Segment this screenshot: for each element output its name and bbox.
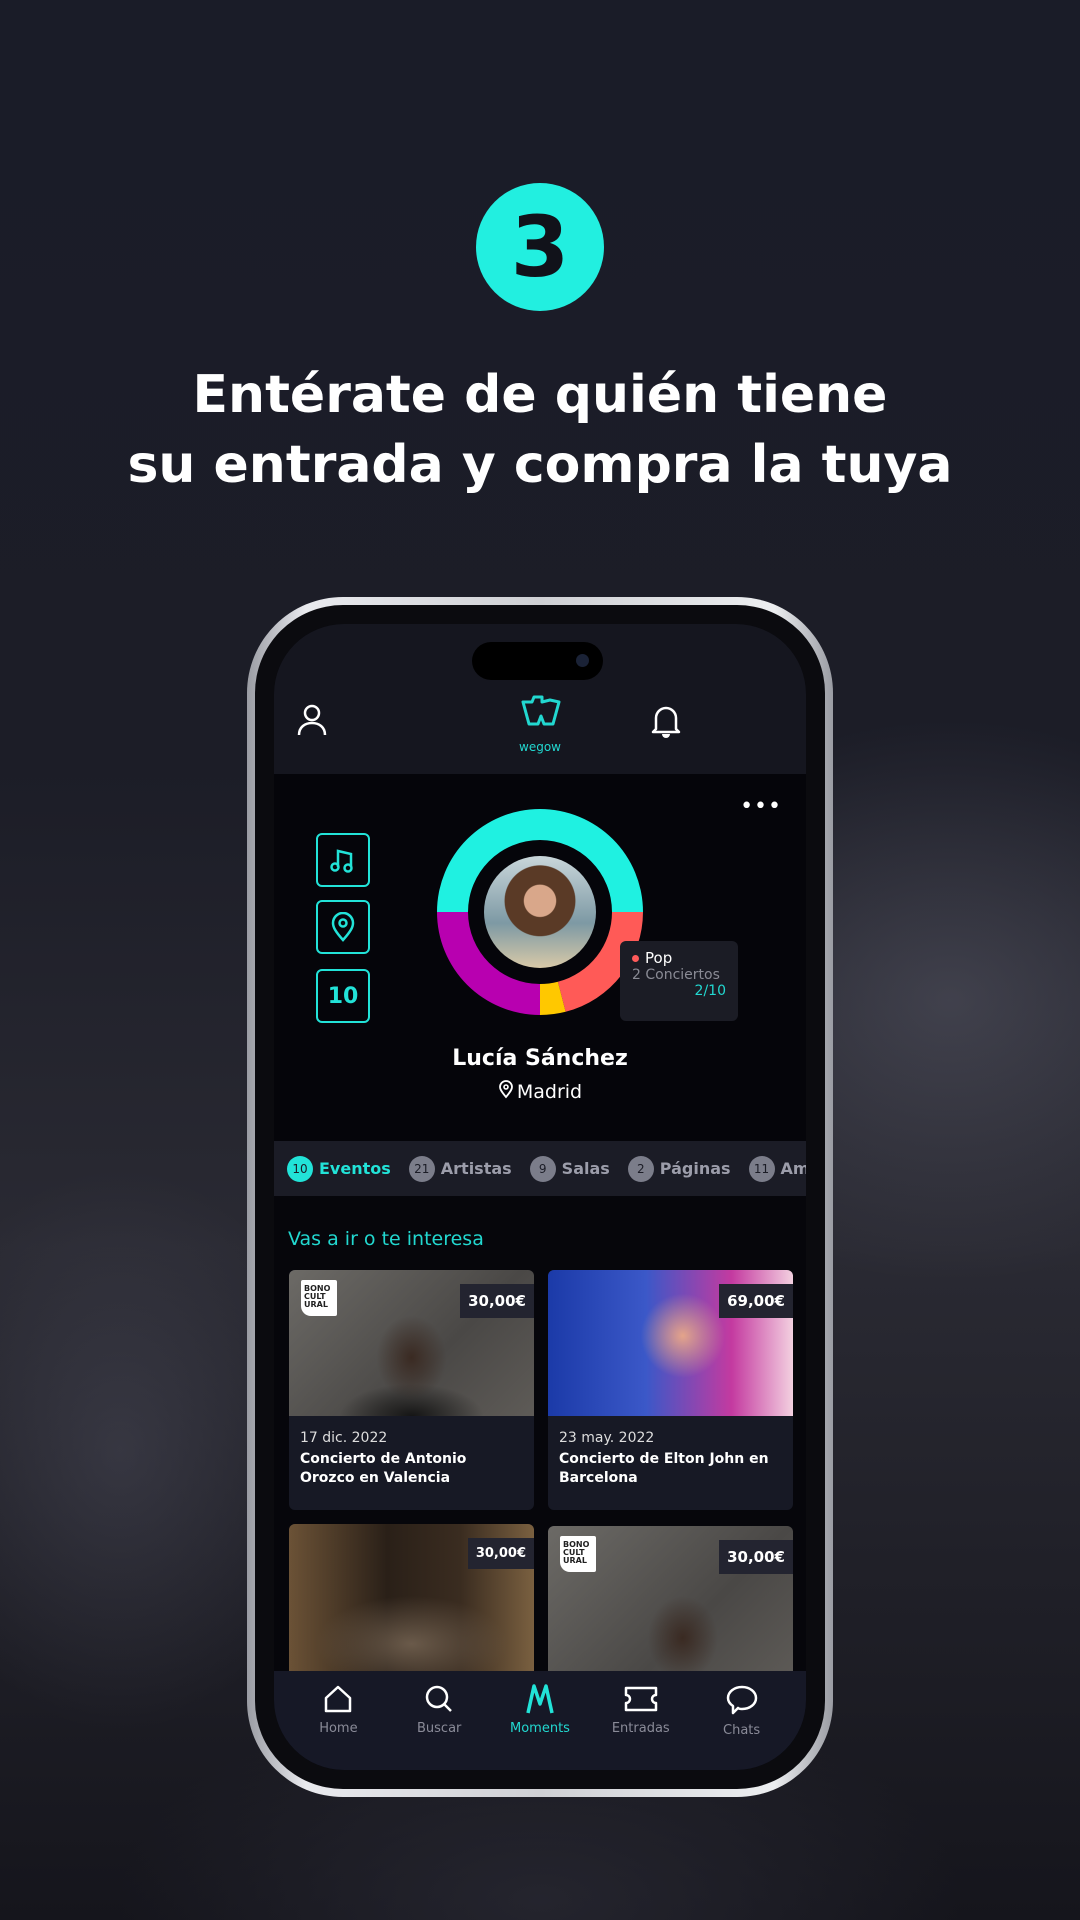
tab-count: 11 xyxy=(748,1155,775,1182)
headline: Entérate de quién tiene su entrada y comp… xyxy=(0,360,1080,500)
nav-label: Chats xyxy=(723,1723,761,1738)
search-icon xyxy=(425,1685,453,1712)
event-price: 69,00€ xyxy=(719,1284,793,1318)
home-icon xyxy=(325,1685,352,1713)
nav-label: Buscar xyxy=(416,1721,462,1736)
event-title: Concierto de Antonio Orozco en Valencia xyxy=(300,1451,467,1486)
ticket-icon xyxy=(624,1686,658,1712)
wegow-logo[interactable] xyxy=(520,694,562,730)
location-pin-icon xyxy=(498,1080,513,1099)
event-date: 23 may. 2022 xyxy=(559,1430,655,1446)
more-options-icon[interactable]: ••• xyxy=(740,796,782,818)
event-price: 30,00€ xyxy=(467,1538,534,1569)
bell-icon[interactable] xyxy=(650,702,682,738)
event-price: 30,00€ xyxy=(719,1540,793,1574)
camera-icon xyxy=(576,654,589,667)
event-price: 30,00€ xyxy=(460,1284,534,1318)
city-name: Madrid xyxy=(516,1081,583,1103)
event-date: 17 dic. 2022 xyxy=(300,1430,388,1446)
tooltip-genre: Pop xyxy=(645,949,673,967)
genre-dot xyxy=(632,955,639,962)
nav-moments[interactable]: Moments xyxy=(505,1683,575,1770)
bono-cultural-logo: BONO CULT URAL xyxy=(560,1536,596,1572)
headline-line-2: su entrada y compra la tuya xyxy=(127,435,953,495)
location-filter-button[interactable] xyxy=(316,900,370,954)
tab-label: Páginas xyxy=(659,1159,731,1178)
user-icon[interactable] xyxy=(296,702,328,738)
section-title: Vas a ir o te interesa xyxy=(288,1228,484,1250)
tab-label: Artistas xyxy=(440,1159,512,1178)
event-image: BONO CULT URAL 30,00€ xyxy=(548,1526,793,1686)
tab-paginas[interactable]: 2 Páginas xyxy=(627,1155,731,1182)
tooltip-concerts: 2 Conciertos xyxy=(632,967,720,983)
bono-cultural-logo: BONO CULT URAL xyxy=(301,1280,337,1316)
step-badge: 3 xyxy=(476,183,604,311)
phone-mockup: wegow ••• 10 Pop 2 Conciertos 2/10 Lucía… xyxy=(247,597,833,1797)
nav-home[interactable]: Home xyxy=(303,1683,373,1770)
tab-salas[interactable]: 9 Salas xyxy=(529,1155,610,1182)
dynamic-island xyxy=(472,642,603,680)
headline-line-1: Entérate de quién tiene xyxy=(192,365,888,425)
profile-city: Madrid xyxy=(274,1080,806,1103)
tab-count: 10 xyxy=(287,1155,313,1182)
count-box[interactable]: 10 xyxy=(316,969,370,1023)
bottom-nav: Home Buscar Moments Entradas Chats xyxy=(274,1671,806,1770)
nav-buscar[interactable]: Buscar xyxy=(404,1683,474,1770)
nav-label: Moments xyxy=(510,1721,570,1736)
event-image: 69,00€ xyxy=(548,1270,793,1416)
event-card[interactable]: 69,00€ 23 may. 2022 Concierto de Elton J… xyxy=(548,1270,793,1510)
app-header: wegow xyxy=(274,682,806,774)
nav-label: Home xyxy=(319,1721,358,1736)
genre-tooltip: Pop 2 Conciertos 2/10 xyxy=(620,941,738,1021)
profile-name: Lucía Sánchez xyxy=(452,1046,628,1071)
profile-tabs: 10 Eventos 21 Artistas 9 Salas 2 Páginas 11 A… xyxy=(274,1141,806,1196)
event-card[interactable]: 30,00€ xyxy=(289,1524,534,1684)
tab-eventos[interactable]: 10 Eventos xyxy=(287,1155,391,1182)
event-card[interactable]: BONO CULT URAL 30,00€ 17 dic. 2022 Conci… xyxy=(289,1270,534,1510)
tab-label: Salas xyxy=(561,1159,610,1178)
nav-entradas[interactable]: Entradas xyxy=(606,1683,676,1770)
chat-bubble-icon xyxy=(726,1685,757,1715)
tab-label: Eventos xyxy=(319,1159,391,1178)
nav-label: Entradas xyxy=(611,1721,670,1736)
avatar[interactable] xyxy=(484,856,596,968)
location-pin-icon xyxy=(331,912,355,942)
moments-icon xyxy=(526,1684,554,1714)
tab-count: 9 xyxy=(529,1155,556,1182)
music-note-icon xyxy=(330,849,353,873)
event-card[interactable]: BONO CULT URAL 30,00€ xyxy=(548,1526,793,1686)
tooltip-ratio: 2/10 xyxy=(694,983,726,999)
profile-section: ••• 10 Pop 2 Conciertos 2/10 Lucía Sánch… xyxy=(274,774,806,1141)
event-image: 30,00€ xyxy=(289,1524,534,1684)
music-filter-button[interactable] xyxy=(316,833,370,887)
tab-count: 2 xyxy=(627,1155,654,1182)
event-title: Concierto de Elton John en Barcelona xyxy=(559,1451,769,1486)
tab-artistas[interactable]: 21 Artistas xyxy=(408,1155,512,1182)
tab-count: 21 xyxy=(408,1155,435,1182)
logo-text: wegow xyxy=(519,740,561,754)
tab-label: Amigos xyxy=(780,1159,806,1178)
app-screen: wegow ••• 10 Pop 2 Conciertos 2/10 Lucía… xyxy=(274,624,806,1770)
nav-chats[interactable]: Chats xyxy=(707,1683,777,1770)
tab-amigos[interactable]: 11 Amigos xyxy=(748,1155,806,1182)
event-image: BONO CULT URAL 30,00€ xyxy=(289,1270,534,1416)
